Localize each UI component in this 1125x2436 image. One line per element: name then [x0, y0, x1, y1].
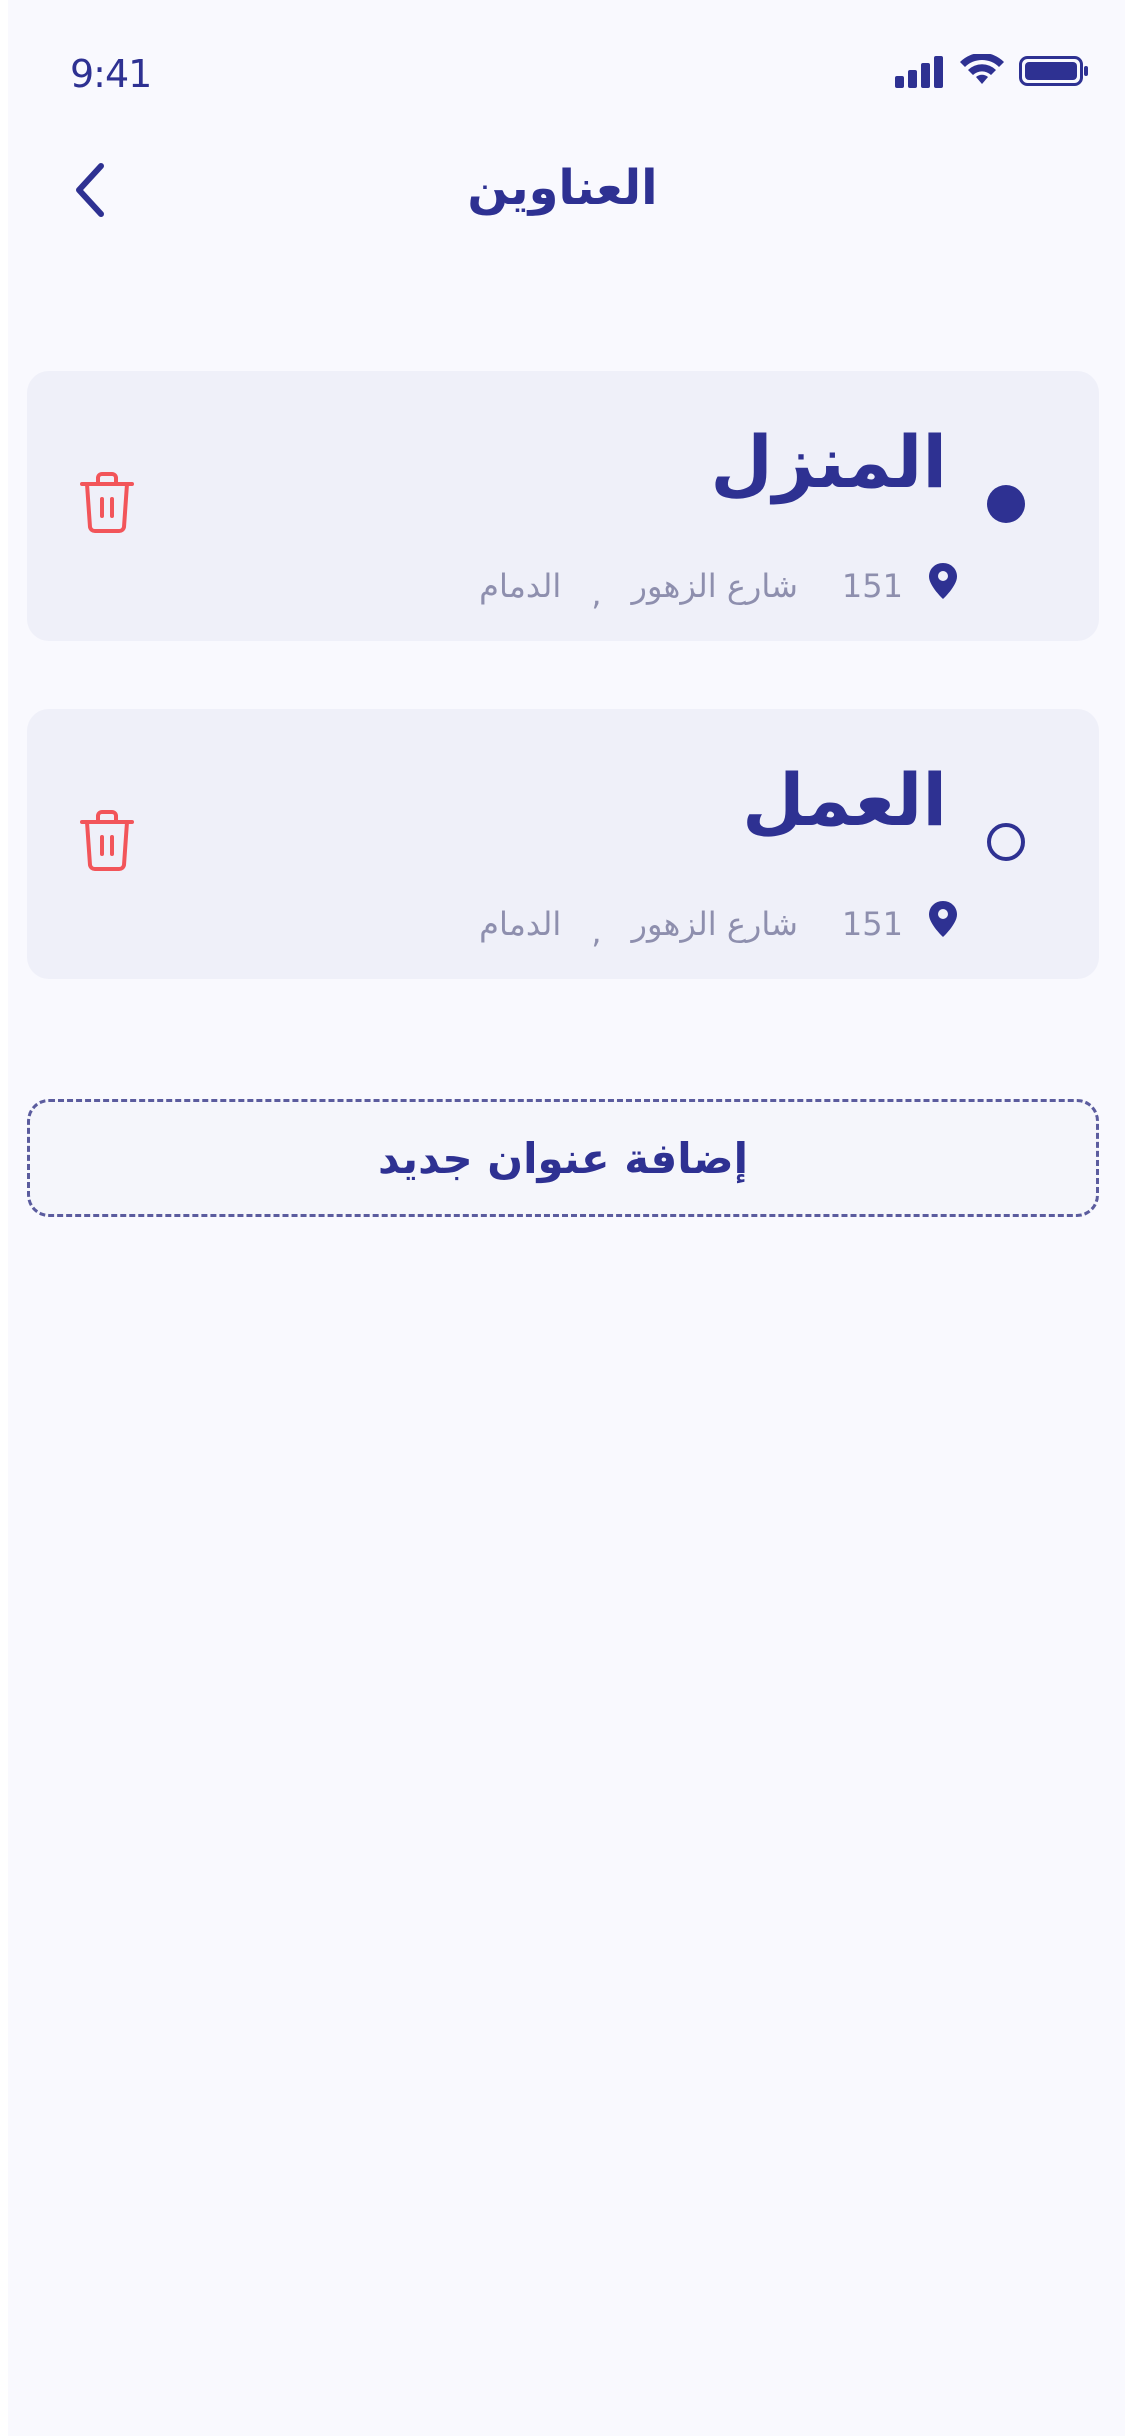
- add-address-button[interactable]: إضافة عنوان جديد: [27, 1099, 1099, 1217]
- address-street: شارع الزهور: [631, 905, 798, 943]
- address-number: 151: [841, 567, 903, 605]
- address-street: شارع الزهور: [631, 567, 798, 605]
- address-card-home[interactable]: المنزل 151 شارع الزهور , الدمام: [27, 371, 1099, 641]
- status-icons: [895, 54, 1089, 88]
- address-separator: ,: [591, 575, 602, 613]
- trash-icon[interactable]: [79, 809, 135, 873]
- wifi-icon: [960, 54, 1004, 84]
- page-title: العناوين: [467, 160, 658, 216]
- address-card-work[interactable]: العمل 151 شارع الزهور , الدمام: [27, 709, 1099, 979]
- address-details: 151 شارع الزهور , الدمام: [479, 901, 957, 951]
- signal-icon: [895, 56, 943, 88]
- location-pin-icon: [929, 563, 957, 599]
- address-number: 151: [841, 905, 903, 943]
- address-separator: ,: [591, 913, 602, 951]
- address-radio-selected[interactable]: [987, 485, 1025, 523]
- location-pin-icon: [929, 901, 957, 937]
- address-radio-unselected[interactable]: [987, 823, 1025, 861]
- address-name: المنزل: [710, 420, 947, 504]
- status-time: 9:41: [70, 52, 152, 96]
- app-screen: 9:41: [8, 0, 1125, 2436]
- address-name: العمل: [742, 758, 947, 842]
- trash-icon[interactable]: [79, 471, 135, 535]
- address-city: الدمام: [479, 905, 562, 943]
- address-city: الدمام: [479, 567, 562, 605]
- address-details: 151 شارع الزهور , الدمام: [479, 563, 957, 613]
- add-address-label: إضافة عنوان جديد: [378, 1133, 748, 1183]
- battery-icon: [1019, 56, 1088, 86]
